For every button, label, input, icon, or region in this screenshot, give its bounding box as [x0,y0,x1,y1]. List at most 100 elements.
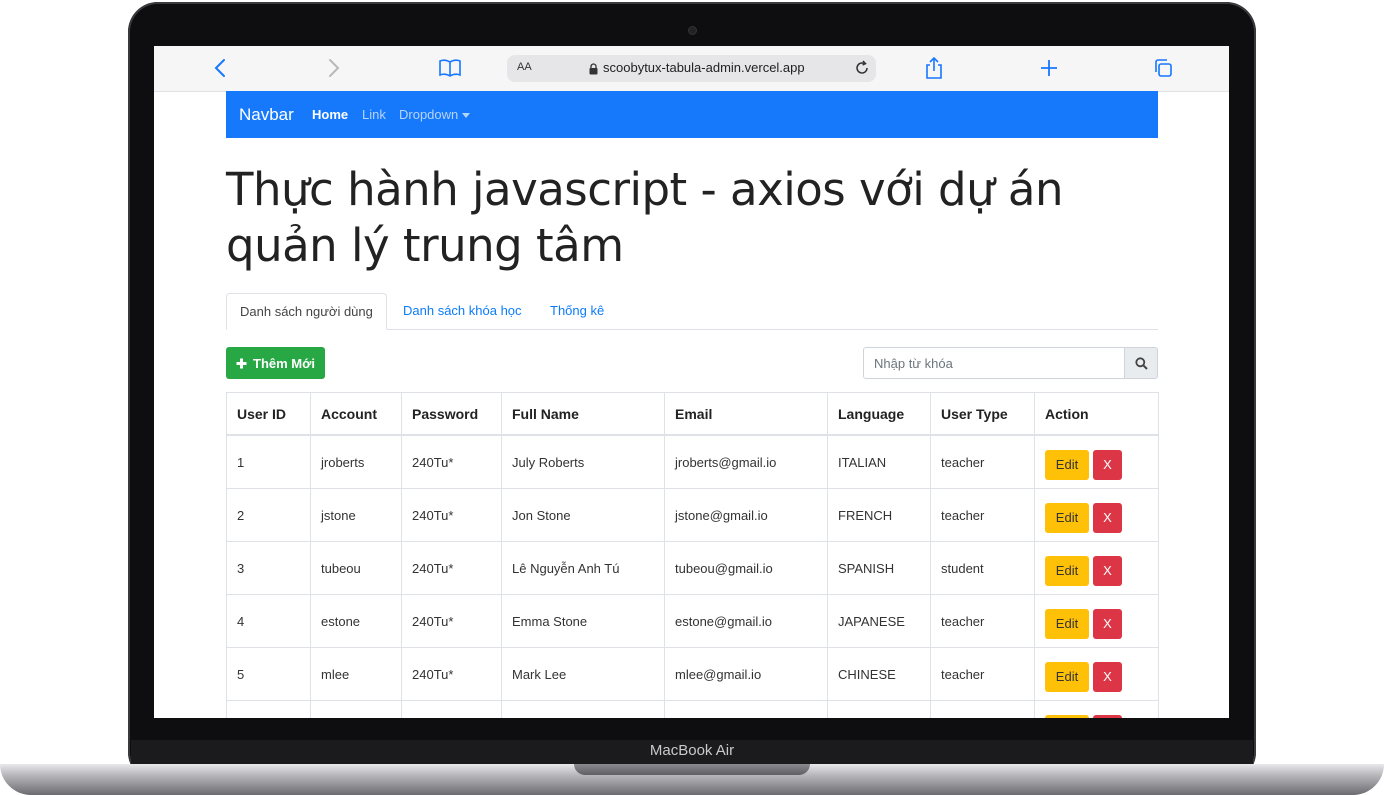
search-button[interactable] [1124,347,1158,379]
cell-action: EditX [1034,488,1159,542]
table-row: Edit X [226,700,1159,718]
cell-user-type [930,700,1035,718]
edit-button[interactable]: Edit [1045,715,1089,718]
search-input[interactable] [863,347,1125,379]
delete-button[interactable]: X [1093,715,1122,718]
screen: AA scoobytux-tabula-admin.vercel.app Nav… [154,46,1229,718]
nav-item-link[interactable]: Link [362,107,386,122]
cell-email: mlee@gmail.io [664,647,828,701]
address-bar[interactable]: AA scoobytux-tabula-admin.vercel.app [507,55,876,82]
plus-icon[interactable] [1036,56,1062,80]
text-size-button[interactable]: AA [517,61,532,73]
cell-action: EditX [1034,541,1159,595]
tab-courses[interactable]: Danh sách khóa học [390,293,535,329]
cell-user-id: 3 [226,541,311,595]
reload-icon[interactable] [854,60,870,81]
tab-users[interactable]: Danh sách người dùng [226,293,387,330]
camera [689,27,696,34]
url-text: scoobytux-tabula-admin.vercel.app [603,60,805,75]
delete-button[interactable]: X [1093,609,1122,639]
cell-full-name: Emma Stone [501,594,665,648]
column-header: Password [401,392,502,436]
cell-password: 240Tu* [401,647,502,701]
cell-user-type: teacher [930,594,1035,648]
cell-full-name: July Roberts [501,434,665,489]
cell-account [310,700,402,718]
edit-button[interactable]: Edit [1045,556,1089,586]
browser-toolbar: AA scoobytux-tabula-admin.vercel.app [154,46,1229,92]
add-new-label: Thêm Mới [253,355,315,371]
nav-item-dropdown[interactable]: Dropdown [399,107,471,122]
chevron-right-icon[interactable] [321,56,347,80]
tabs-icon[interactable] [1150,56,1176,80]
edit-button[interactable]: Edit [1045,450,1089,480]
cell-password: 240Tu* [401,541,502,595]
cell-user-type: teacher [930,488,1035,542]
caret-down-icon [462,113,471,119]
cell-user-id: 4 [226,594,311,648]
share-icon[interactable] [921,56,947,80]
lock-icon [589,62,598,80]
delete-button[interactable]: X [1093,503,1122,533]
cell-user-type: teacher [930,434,1035,489]
cell-account: jroberts [310,434,402,489]
delete-button[interactable]: X [1093,662,1122,692]
add-new-button[interactable]: Thêm Mới [226,347,325,379]
laptop-notch [574,764,810,775]
cell-user-id [226,700,311,718]
cell-email [664,700,828,718]
plus-icon [236,358,247,368]
cell-password [401,700,502,718]
cell-action: Edit X [1034,700,1159,718]
cell-language: ITALIAN [827,434,931,489]
cell-account: jstone [310,488,402,542]
table-header-row: User ID Account Password Full Name Email… [226,392,1159,436]
cell-user-type: student [930,541,1035,595]
nav-item-home[interactable]: Home [312,107,348,122]
cell-action: EditX [1034,594,1159,648]
nav-dropdown-label: Dropdown [399,107,459,122]
table-row: 5 mlee 240Tu* Mark Lee mlee@gmail.io CHI… [226,647,1159,701]
table-row: 4 estone 240Tu* Emma Stone estone@gmail.… [226,594,1159,648]
column-header: Full Name [501,392,665,436]
cell-language: FRENCH [827,488,931,542]
cell-user-id: 5 [226,647,311,701]
tab-bar: Danh sách người dùng Danh sách khóa học … [226,293,1158,330]
cell-password: 240Tu* [401,488,502,542]
column-header: Account [310,392,402,436]
search-group [863,347,1158,379]
edit-button[interactable]: Edit [1045,503,1089,533]
delete-button[interactable]: X [1093,556,1122,586]
cell-user-id: 2 [226,488,311,542]
navbar-brand[interactable]: Navbar [239,105,294,125]
cell-action: EditX [1034,647,1159,701]
cell-full-name: Lê Nguyễn Anh Tú [501,541,665,595]
edit-button[interactable]: Edit [1045,609,1089,639]
cell-user-id: 1 [226,434,311,489]
chevron-left-icon[interactable] [207,56,233,80]
cell-account: mlee [310,647,402,701]
page-title: Thực hành javascript - axios với dự án q… [226,163,1064,272]
navbar: Navbar Home Link Dropdown [226,91,1158,138]
laptop-model-label: MacBook Air [649,742,735,759]
cell-language: CHINESE [827,647,931,701]
cell-account: estone [310,594,402,648]
cell-password: 240Tu* [401,594,502,648]
cell-user-type: teacher [930,647,1035,701]
column-header: Language [827,392,931,436]
cell-email: jstone@gmail.io [664,488,828,542]
delete-button[interactable]: X [1093,450,1122,480]
book-icon[interactable] [437,56,463,80]
cell-language: SPANISH [827,541,931,595]
edit-button[interactable]: Edit [1045,662,1089,692]
tab-statistics[interactable]: Thống kê [537,293,617,329]
cell-language [827,700,931,718]
column-header: User Type [930,392,1035,436]
table-row: 3 tubeou 240Tu* Lê Nguyễn Anh Tú tubeou@… [226,541,1159,595]
column-header: User ID [226,392,311,436]
column-header: Action [1034,392,1159,436]
table-row: 1 jroberts 240Tu* July Roberts jroberts@… [226,434,1159,489]
users-table: User ID Account Password Full Name Email… [226,392,1159,718]
cell-full-name: Jon Stone [501,488,665,542]
cell-email: tubeou@gmail.io [664,541,828,595]
